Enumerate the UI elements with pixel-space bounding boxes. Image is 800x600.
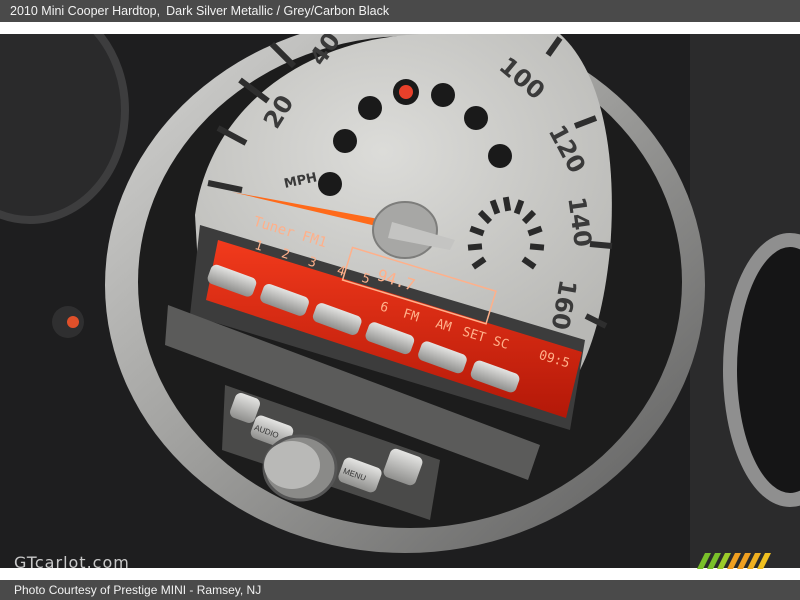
photo-credit: Photo Courtesy of Prestige MINI - Ramsey…	[14, 583, 262, 597]
header-bar: 2010 Mini Cooper Hardtop, Dark Silver Met…	[0, 0, 800, 22]
right-air-vent	[723, 233, 800, 507]
left-switch-light	[67, 316, 79, 328]
vehicle-color-info: Dark Silver Metallic / Grey/Carbon Black	[166, 4, 390, 18]
top-divider	[0, 22, 800, 34]
vehicle-title: 2010 Mini Cooper Hardtop,	[10, 4, 161, 18]
brand-stripes-icon	[697, 553, 773, 569]
speedometer-scene: 20 40 100 120 140 160 MPH Tuner FM1 1 2 …	[0, 34, 800, 568]
footer-bar: Photo Courtesy of Prestige MINI - Ramsey…	[0, 580, 800, 600]
watermark-logo: GTcarlot.com	[14, 553, 130, 572]
dashboard-photo: 20 40 100 120 140 160 MPH Tuner FM1 1 2 …	[0, 34, 800, 568]
